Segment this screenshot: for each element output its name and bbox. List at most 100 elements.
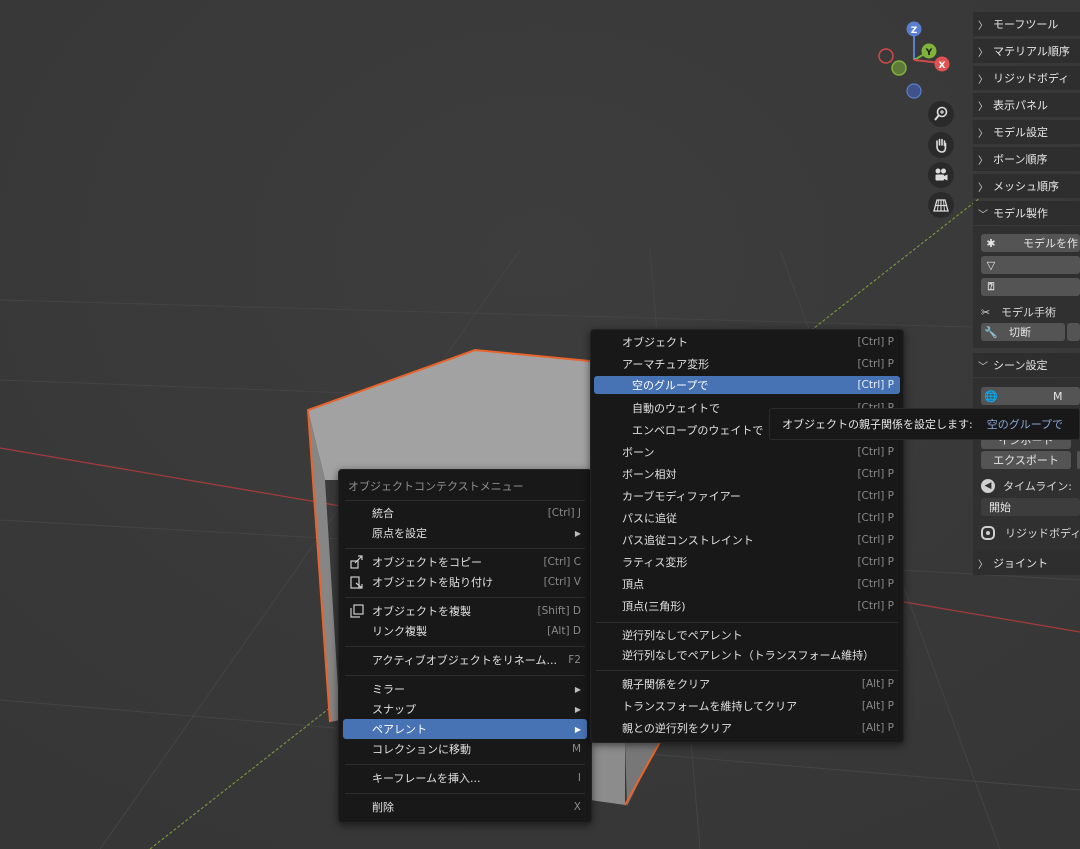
menu-separator [345, 793, 585, 794]
model-surgery-row: ✂ モデル手術 [981, 305, 1056, 320]
menu-separator [596, 670, 898, 671]
menu-item-move-to-collection[interactable]: コレクションに移動 M [343, 739, 587, 759]
chevron-down-icon: ﹀ [978, 209, 988, 221]
chevron-right-icon: 〉 [978, 47, 988, 59]
menu-separator [345, 646, 585, 647]
panel-display[interactable]: 〉表示パネル [973, 93, 1080, 117]
menu-separator [596, 622, 898, 623]
submenu-arrow-icon: ▶ [574, 684, 581, 694]
parent-item-clear-inverse[interactable]: 親との逆行列をクリア [Alt] P [594, 718, 900, 738]
gizmo-x-label: X [939, 61, 946, 71]
create-model-button[interactable]: ✱ モデルを作 [981, 234, 1080, 252]
zoom-button[interactable] [928, 101, 954, 127]
parent-item-path-constraint[interactable]: パス追従コンストレイント [Ctrl] P [594, 530, 900, 550]
chevron-right-icon: 〉 [978, 559, 988, 571]
parent-item-clear-parent[interactable]: 親子関係をクリア [Alt] P [594, 674, 900, 694]
chevron-down-icon: ﹀ [978, 361, 988, 373]
menu-item-duplicate-linked[interactable]: リンク複製 [Alt] D [343, 621, 587, 641]
surgery-icon: ✂ [981, 305, 991, 319]
tooltip-text: オブジェクトの親子関係を設定します: [782, 418, 973, 431]
help-button[interactable]: ⍰ [981, 278, 1080, 296]
camera-view-button[interactable] [928, 162, 954, 188]
pan-button[interactable] [928, 132, 954, 158]
panel-model-production[interactable]: ﹀ モデル製作 [973, 201, 1080, 225]
panel-mesh-order[interactable]: 〉メッシュ順序 [973, 174, 1080, 198]
triangle-icon: ▽ [986, 258, 996, 272]
panel-joint[interactable]: 〉ジョイント [973, 551, 1080, 575]
parent-item-empty-groups[interactable]: 空のグループで [Ctrl] P [594, 376, 900, 394]
hand-icon [936, 138, 947, 153]
scene-world-button[interactable]: 🌐 M [981, 387, 1080, 405]
parent-item-object[interactable]: オブジェクト [Ctrl] P [594, 332, 900, 352]
parent-item-curve-modifier[interactable]: カーブモディファイアー [Ctrl] P [594, 486, 900, 506]
menu-item-duplicate-objects[interactable]: オブジェクトを複製 [Shift] D [343, 601, 587, 621]
parent-item-bone-relative[interactable]: ボーン相対 [Ctrl] P [594, 464, 900, 484]
chevron-right-icon: 〉 [978, 128, 988, 140]
parent-item-bone[interactable]: ボーン [Ctrl] P [594, 442, 900, 462]
menu-item-paste-objects[interactable]: オブジェクトを貼り付け [Ctrl] V [343, 572, 587, 592]
menu-separator [345, 597, 585, 598]
cut-button[interactable]: 🔧 切断 [981, 323, 1065, 341]
menu-item-snap[interactable]: スナップ ▶ [343, 699, 587, 719]
tooltip: オブジェクトの親子関係を設定します: 空のグループで [769, 408, 1080, 440]
gizmo-y-label: Y [925, 48, 933, 58]
parent-item-vertex-triangle[interactable]: 頂点(三角形) [Ctrl] P [594, 596, 900, 616]
menu-item-insert-keyframe[interactable]: キーフレームを挿入... I [343, 768, 587, 788]
chevron-right-icon: 〉 [978, 20, 988, 32]
perspective-toggle-button[interactable] [928, 192, 954, 218]
menu-item-join[interactable]: 統合 [Ctrl] J [343, 503, 587, 523]
parent-item-vertex[interactable]: 頂点 [Ctrl] P [594, 574, 900, 594]
export-button[interactable]: エクスポート [981, 451, 1071, 469]
menu-item-delete[interactable]: 削除 X [343, 797, 587, 817]
model-production-body: ✱ モデルを作 ▽ ⍰ ✂ モデル手術 🔧 切断 [973, 226, 1080, 348]
figure-icon: ✱ [986, 236, 996, 250]
object-context-menu: オブジェクトコンテクストメニュー 統合 [Ctrl] J 原点を設定 ▶ オブジェク… [338, 469, 592, 823]
panel-model-settings[interactable]: 〉モデル設定 [973, 120, 1080, 144]
parent-submenu: オブジェクト [Ctrl] P アーマチュア変形 [Ctrl] P 空のグループで[… [590, 329, 904, 743]
panel-rigidbody[interactable]: 〉リジッドボディ [973, 66, 1080, 90]
timeline-row: ◀ タイムライン: [981, 477, 1072, 495]
shape-button[interactable]: ▽ [981, 256, 1080, 274]
scene-settings-body: 🌐 M インポート エクスポート ◀ タイムライン: 開始 リジッドボディ [973, 378, 1080, 558]
rigidbody-row[interactable]: リジッドボディ [981, 524, 1080, 542]
chevron-left-circle-icon[interactable]: ◀ [981, 479, 995, 493]
parent-item-without-inverse[interactable]: 逆行列なしでペアレント [594, 625, 900, 645]
parent-item-without-inverse-keep-transform[interactable]: 逆行列なしでペアレント（トランスフォーム維持） [594, 645, 900, 665]
radio-icon [981, 526, 995, 540]
menu-item-copy-objects[interactable]: オブジェクトをコピー [Ctrl] C [343, 552, 587, 572]
start-button[interactable]: 開始 [981, 498, 1080, 516]
menu-item-rename-active[interactable]: アクティブオブジェクトをリネーム... F2 [343, 650, 587, 670]
tooltip-highlight: 空のグループで [986, 418, 1064, 431]
question-icon: ⍰ [987, 280, 995, 293]
panel-scene-settings[interactable]: ﹀ シーン設定 [973, 353, 1080, 377]
menu-item-mirror[interactable]: ミラー ▶ [343, 679, 587, 699]
menu-item-set-origin[interactable]: 原点を設定 ▶ [343, 523, 587, 543]
cut-option-button[interactable] [1067, 323, 1080, 341]
gizmo-z-label: Z [911, 26, 918, 36]
menu-item-parent[interactable]: ペアレント ▶ [343, 719, 587, 739]
submenu-arrow-icon: ▶ [574, 724, 581, 734]
menu-separator [345, 548, 585, 549]
grid-icon [933, 199, 949, 212]
partial-m: M [1053, 389, 1063, 403]
parent-item-follow-path[interactable]: パスに追従 [Ctrl] P [594, 508, 900, 528]
panel-bone-order[interactable]: 〉ボーン順序 [973, 147, 1080, 171]
camera-icon [935, 168, 948, 181]
submenu-arrow-icon: ▶ [574, 528, 581, 538]
chevron-right-icon: 〉 [978, 182, 988, 194]
parent-item-armature-deform[interactable]: アーマチュア変形 [Ctrl] P [594, 354, 900, 374]
chevron-right-icon: 〉 [978, 74, 988, 86]
panel-morph-tools[interactable]: 〉モーフツール [973, 12, 1080, 36]
menu-separator [345, 764, 585, 765]
chevron-right-icon: 〉 [978, 155, 988, 167]
chevron-right-icon: 〉 [978, 101, 988, 113]
zoom-icon [934, 106, 948, 121]
parent-item-clear-keep-transform[interactable]: トランスフォームを維持してクリア [Alt] P [594, 696, 900, 716]
panel-material-order[interactable]: 〉マテリアル順序 [973, 39, 1080, 63]
globe-icon: 🌐 [984, 389, 998, 403]
wrench-icon: 🔧 [984, 325, 998, 339]
parent-item-lattice-deform[interactable]: ラティス変形 [Ctrl] P [594, 552, 900, 572]
menu-separator [345, 675, 585, 676]
submenu-arrow-icon: ▶ [574, 704, 581, 714]
sidebar-panel: 〉モーフツール 〉マテリアル順序 〉リジッドボディ 〉表示パネル 〉モデル設定 … [970, 10, 1080, 580]
